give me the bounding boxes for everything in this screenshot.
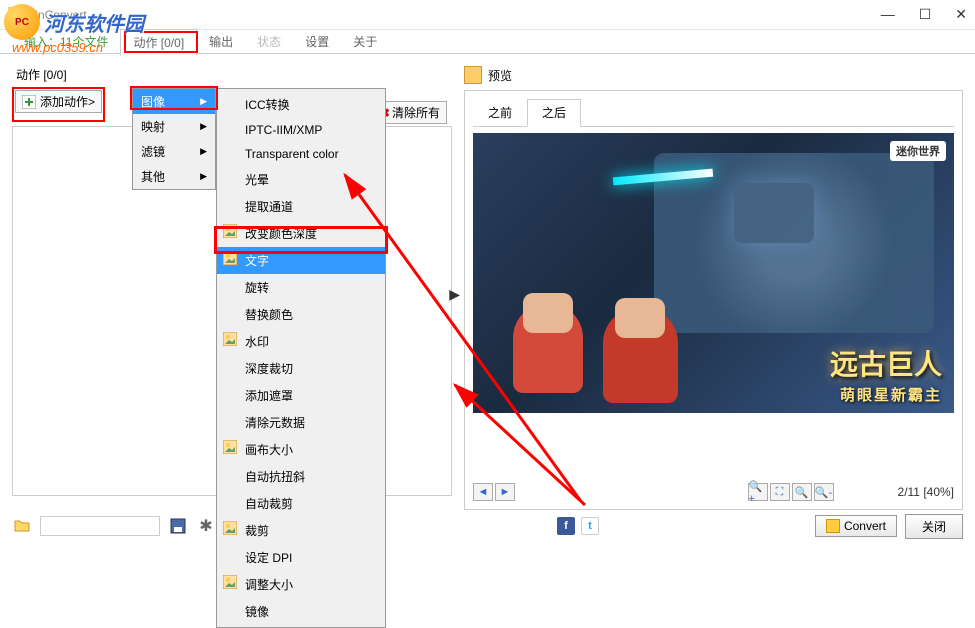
preview-counter: 2/11 [40%]: [898, 485, 954, 499]
settings-button[interactable]: ✱: [196, 516, 216, 536]
image-action-item[interactable]: 清除元数据: [217, 409, 385, 436]
preview-image: 迷你世界 远古巨人 萌眼星新霸主: [473, 133, 954, 413]
actions-panel: 动作 [0/0] 添加动作> 图像▶ 映射▶ 滤镜▶ 其他▶ ICC转换IPTC…: [12, 66, 452, 492]
close-window-button[interactable]: ✕: [955, 6, 967, 23]
facebook-button[interactable]: f: [557, 517, 575, 535]
menu-item-image[interactable]: 图像▶: [133, 89, 215, 114]
preview-tab-before[interactable]: 之前: [473, 99, 527, 126]
add-action-button[interactable]: 添加动作>: [15, 90, 102, 113]
image-item-icon: [223, 251, 237, 265]
image-actions-menu: ICC转换IPTC-IIM/XMPTransparent color光晕提取通道…: [216, 88, 386, 628]
chevron-right-icon: ▶: [200, 171, 207, 182]
expand-arrow[interactable]: ▶: [449, 286, 460, 303]
prev-image-button[interactable]: ◄: [473, 483, 493, 501]
image-action-item[interactable]: 光晕: [217, 166, 385, 193]
action-category-menu: 图像▶ 映射▶ 滤镜▶ 其他▶: [132, 88, 216, 190]
image-action-item[interactable]: ICC转换: [217, 91, 385, 118]
close-button[interactable]: 关闭: [905, 514, 963, 539]
image-action-item[interactable]: 裁剪: [217, 517, 385, 544]
image-action-item[interactable]: 替换颜色: [217, 301, 385, 328]
image-action-item[interactable]: 改变颜色深度: [217, 220, 385, 247]
tab-action[interactable]: 动作 [0/0]: [120, 29, 197, 56]
game-title-text: 远古巨人: [830, 343, 942, 383]
preview-panel: 预览 之前 之后 迷你世界 远古巨人 萌眼星新霸主 ◄: [464, 66, 963, 492]
image-item-icon: [223, 521, 237, 535]
minimize-button[interactable]: —: [881, 6, 895, 23]
preview-tab-after[interactable]: 之后: [527, 99, 581, 127]
image-action-item[interactable]: Transparent color: [217, 142, 385, 166]
image-action-item[interactable]: 深度裁切: [217, 355, 385, 382]
image-action-item[interactable]: 调整大小: [217, 571, 385, 598]
next-image-button[interactable]: ►: [495, 483, 515, 501]
chevron-right-icon: ▶: [200, 121, 207, 132]
titlebar: XnConvert — ☐ ✕: [0, 0, 975, 30]
app-icon: [8, 7, 24, 23]
tab-settings[interactable]: 设置: [293, 29, 341, 54]
actions-header: 动作 [0/0]: [12, 66, 452, 83]
zoom-in-button[interactable]: 🔍+: [748, 483, 768, 501]
image-item-icon: [223, 440, 237, 454]
script-path-field[interactable]: [40, 516, 160, 536]
image-action-item[interactable]: 自动抗扭斜: [217, 463, 385, 490]
chevron-right-icon: ▶: [200, 96, 207, 107]
image-action-item[interactable]: 设定 DPI: [217, 544, 385, 571]
image-action-item[interactable]: IPTC-IIM/XMP: [217, 118, 385, 142]
preview-icon: [464, 66, 482, 84]
window-title: XnConvert: [30, 8, 881, 22]
game-subtitle-text: 萌眼星新霸主: [840, 384, 942, 405]
image-action-item[interactable]: 添加遮罩: [217, 382, 385, 409]
menu-item-map[interactable]: 映射▶: [133, 114, 215, 139]
image-item-icon: [223, 332, 237, 346]
game-logo: 迷你世界: [890, 141, 946, 161]
image-action-item[interactable]: 画布大小: [217, 436, 385, 463]
image-action-item[interactable]: 镜像: [217, 598, 385, 625]
tab-about[interactable]: 关于: [341, 29, 389, 54]
maximize-button[interactable]: ☐: [919, 6, 932, 23]
plus-icon: [22, 95, 36, 109]
image-action-item[interactable]: 提取通道: [217, 193, 385, 220]
save-script-button[interactable]: [168, 516, 188, 536]
preview-tabs: 之前 之后: [473, 99, 954, 127]
tab-input[interactable]: 输入：11个文件: [12, 29, 120, 54]
zoom-100-button[interactable]: 🔍: [792, 483, 812, 501]
image-item-icon: [223, 575, 237, 589]
image-action-item[interactable]: 旋转: [217, 274, 385, 301]
main-tabbar: 输入：11个文件 动作 [0/0] 输出 状态 设置 关于: [0, 30, 975, 54]
tab-output[interactable]: 输出: [197, 29, 245, 54]
add-action-label: 添加动作>: [40, 93, 95, 110]
image-action-item[interactable]: 自动裁剪: [217, 490, 385, 517]
image-action-item[interactable]: 水印: [217, 328, 385, 355]
twitter-button[interactable]: t: [581, 517, 599, 535]
tab-status[interactable]: 状态: [245, 29, 293, 54]
convert-button[interactable]: Convert: [815, 515, 897, 537]
convert-icon: [826, 519, 840, 533]
zoom-out-button[interactable]: 🔍-: [814, 483, 834, 501]
chevron-right-icon: ▶: [200, 146, 207, 157]
open-folder-button[interactable]: [12, 516, 32, 536]
image-item-icon: [223, 224, 237, 238]
zoom-fit-button[interactable]: ⛶: [770, 483, 790, 501]
bottom-toolbar: ✱ f t Convert 关闭: [12, 513, 963, 539]
menu-item-filter[interactable]: 滤镜▶: [133, 139, 215, 164]
preview-label: 预览: [488, 67, 512, 84]
menu-item-other[interactable]: 其他▶: [133, 164, 215, 189]
image-action-item[interactable]: 文字: [217, 247, 385, 274]
